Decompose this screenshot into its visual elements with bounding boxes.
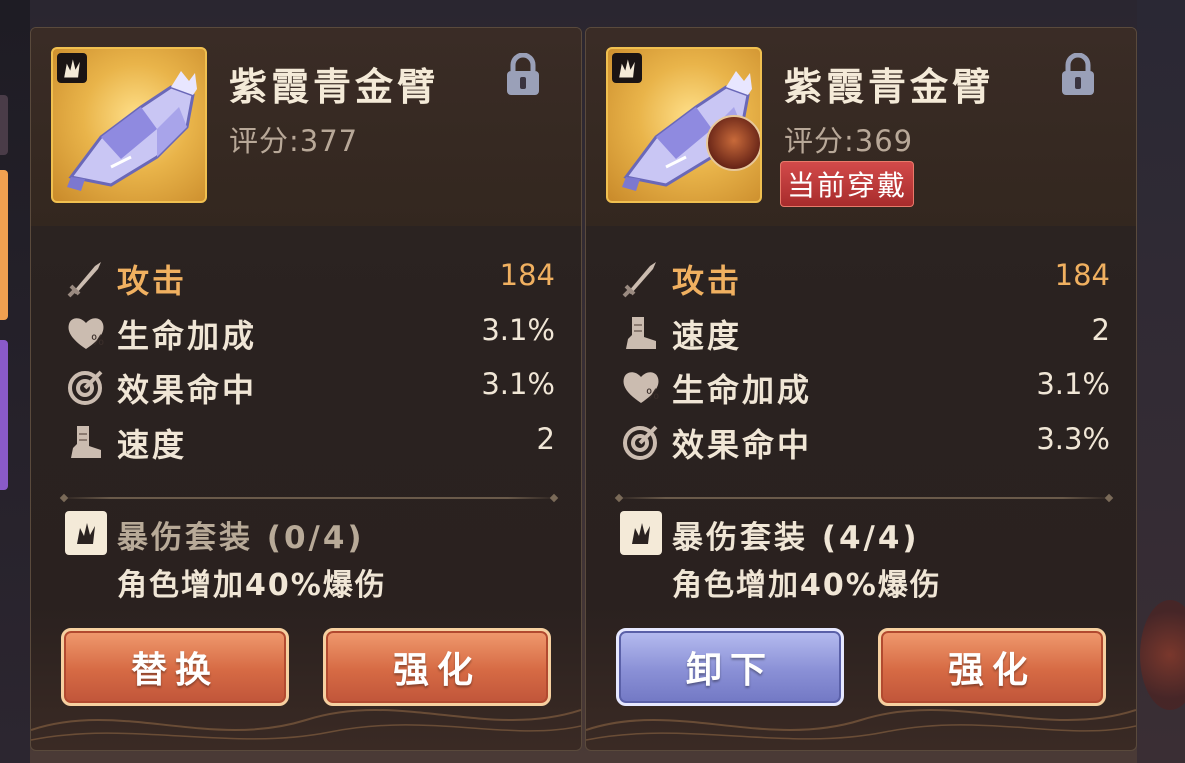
sword-icon bbox=[65, 258, 107, 298]
stat-row: 效果命中 3.1% bbox=[65, 363, 555, 411]
stat-label: 速度 bbox=[117, 426, 188, 464]
boot-icon bbox=[65, 422, 107, 462]
claw-set-icon bbox=[620, 511, 662, 555]
claw-set-icon bbox=[612, 53, 642, 83]
sword-icon bbox=[620, 258, 662, 298]
stat-label: 效果命中 bbox=[117, 371, 258, 409]
stat-row: 生命加成 3.1% bbox=[620, 363, 1110, 411]
lock-icon[interactable] bbox=[503, 53, 543, 97]
stat-row: 效果命中 3.3% bbox=[620, 418, 1110, 466]
divider bbox=[616, 497, 1112, 499]
stat-value: 3.1% bbox=[1036, 367, 1110, 401]
equipment-card-current: 紫霞青金臂 评分:369 当前穿戴 攻击 184 速度 2 生命加成 3.1% … bbox=[585, 27, 1137, 751]
set-bonus-description: 角色增加40%爆伤 bbox=[672, 568, 942, 603]
stat-row: 攻击 184 bbox=[65, 254, 555, 302]
stat-label: 生命加成 bbox=[117, 317, 258, 355]
item-icon-frame[interactable] bbox=[51, 47, 207, 203]
stat-label: 攻击 bbox=[117, 262, 188, 300]
equipment-card-compare: 紫霞青金臂 评分:377 攻击 184 生命加成 3.1% 效果命中 3.1% … bbox=[30, 27, 582, 751]
divider bbox=[61, 497, 557, 499]
stat-value: 2 bbox=[1091, 313, 1110, 347]
stat-row: 速度 2 bbox=[65, 418, 555, 466]
stat-value: 184 bbox=[499, 258, 555, 292]
stat-value: 3.1% bbox=[481, 313, 555, 347]
target-icon bbox=[620, 422, 662, 462]
stat-value: 3.1% bbox=[481, 367, 555, 401]
claw-set-icon bbox=[65, 511, 107, 555]
equipped-badge: 当前穿戴 bbox=[780, 161, 915, 207]
hero-avatar bbox=[706, 115, 760, 171]
set-bonus-title: 暴伤套装 (0/4) bbox=[117, 520, 365, 556]
heart-percent-icon bbox=[620, 367, 662, 407]
set-bonus-description: 角色增加40%爆伤 bbox=[117, 568, 387, 603]
heart-percent-icon bbox=[65, 313, 107, 353]
stat-value: 184 bbox=[1054, 258, 1110, 292]
stat-row: 速度 2 bbox=[620, 309, 1110, 357]
background-tab-marker bbox=[0, 170, 8, 320]
target-icon bbox=[65, 367, 107, 407]
lock-icon[interactable] bbox=[1058, 53, 1098, 97]
background-tab-marker bbox=[0, 95, 8, 155]
gauntlet-icon bbox=[61, 67, 201, 197]
stat-label: 速度 bbox=[672, 317, 743, 355]
stat-label: 攻击 bbox=[672, 262, 743, 300]
background-tab-marker bbox=[0, 340, 8, 490]
item-icon-frame[interactable] bbox=[606, 47, 762, 203]
stat-value: 2 bbox=[536, 422, 555, 456]
stat-row: 攻击 184 bbox=[620, 254, 1110, 302]
decorative-wave bbox=[586, 709, 1136, 741]
stat-value: 3.3% bbox=[1036, 422, 1110, 456]
stat-label: 生命加成 bbox=[672, 371, 813, 409]
item-score: 评分:377 bbox=[229, 124, 359, 158]
decorative-wave bbox=[31, 709, 581, 741]
item-score: 评分:369 bbox=[784, 124, 914, 158]
set-bonus-title: 暴伤套装 (4/4) bbox=[672, 520, 920, 556]
item-name: 紫霞青金臂 bbox=[229, 64, 440, 109]
stat-row: 生命加成 3.1% bbox=[65, 309, 555, 357]
item-name: 紫霞青金臂 bbox=[784, 64, 995, 109]
boot-icon bbox=[620, 313, 662, 353]
claw-set-icon bbox=[57, 53, 87, 83]
stat-label: 效果命中 bbox=[672, 426, 813, 464]
